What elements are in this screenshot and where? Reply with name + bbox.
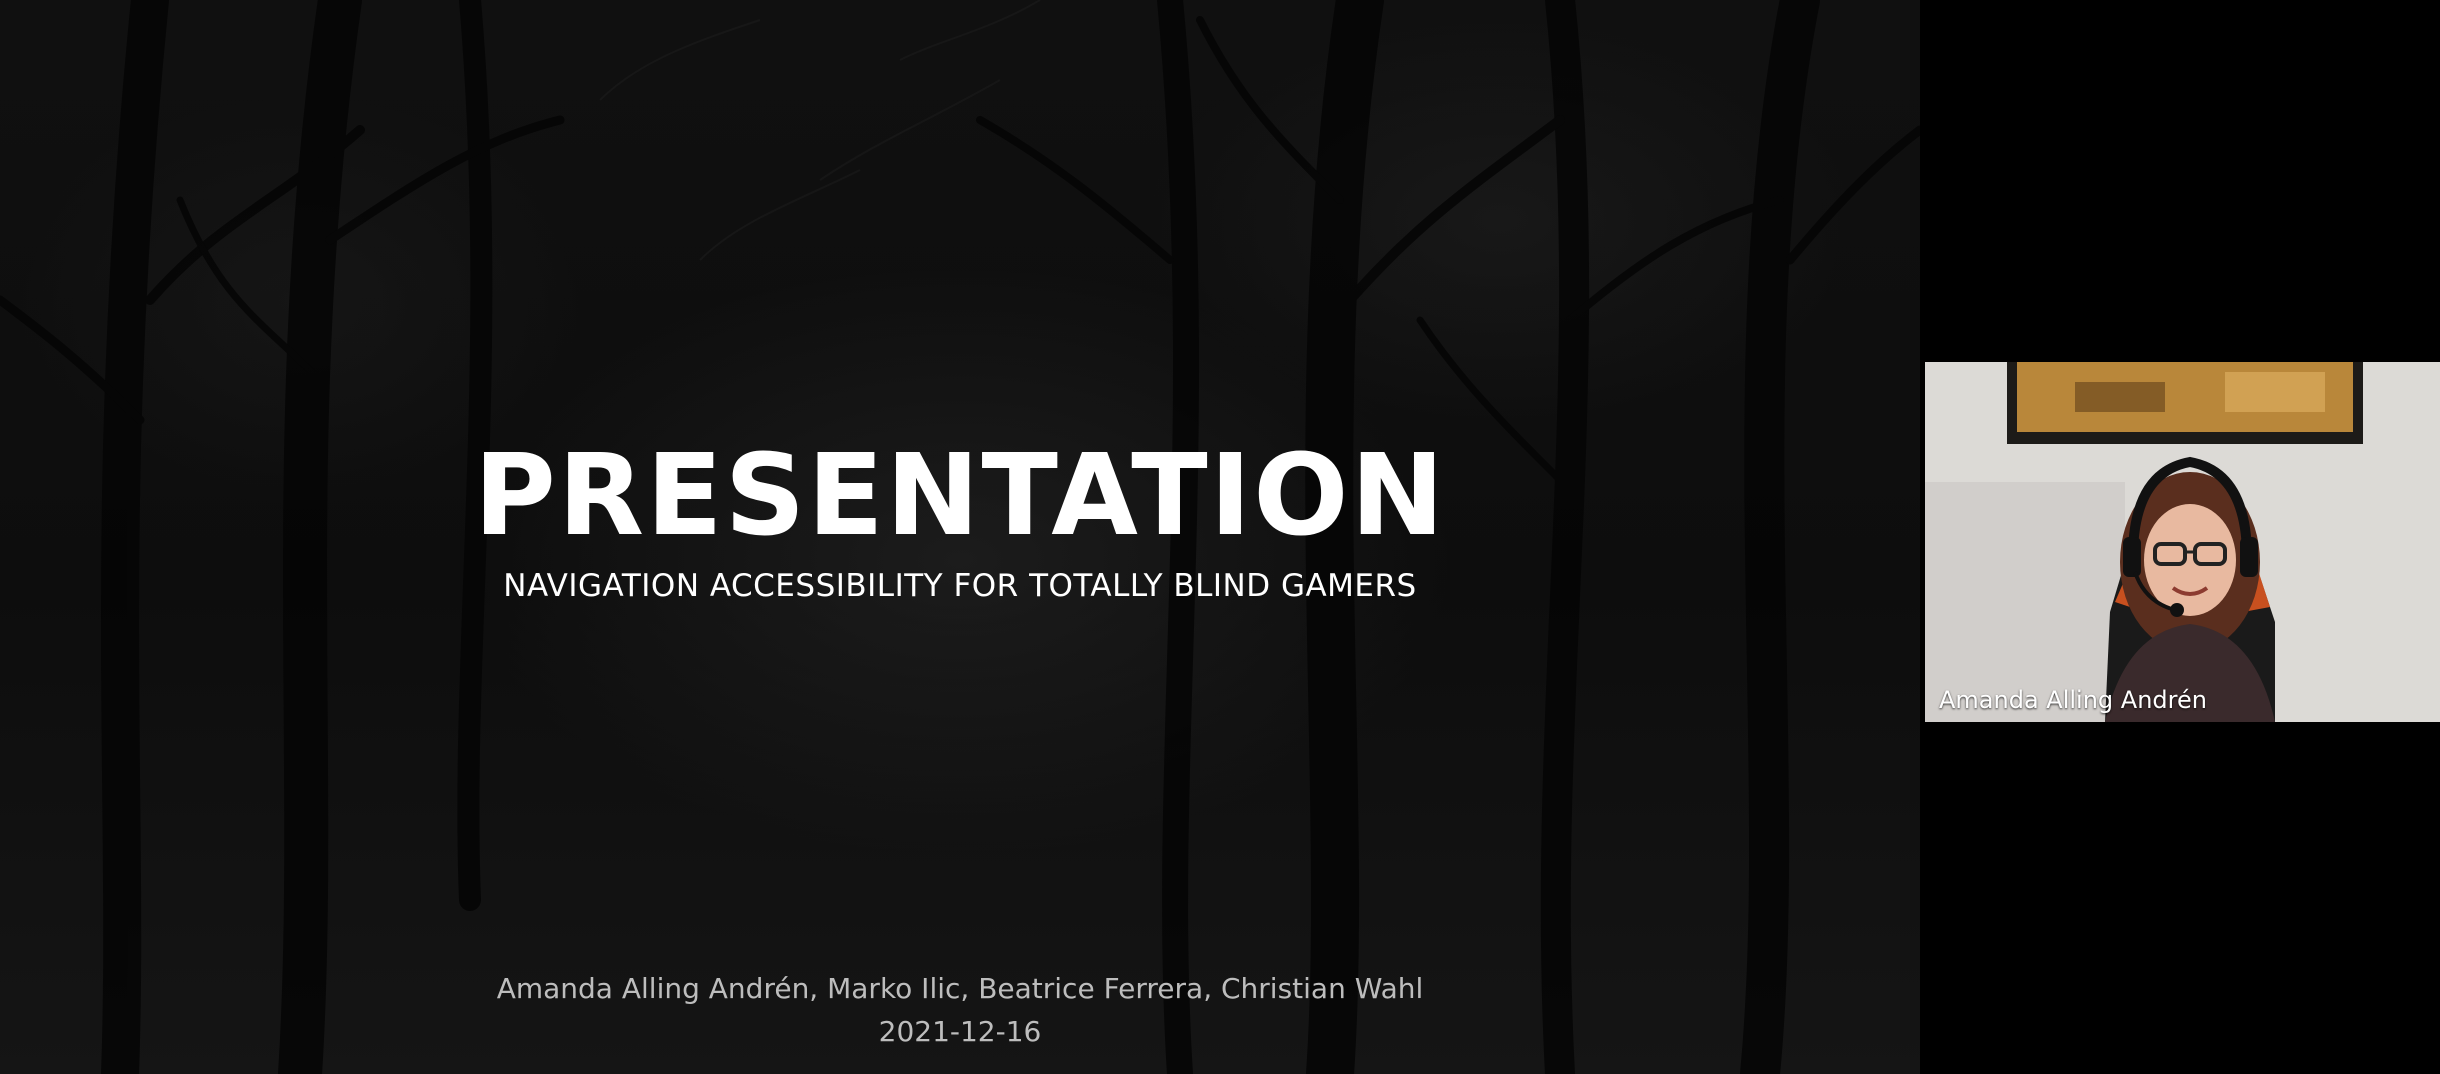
slide-title: PRESENTATION bbox=[473, 431, 1447, 561]
slide-date: 2021-12-16 bbox=[878, 1015, 1042, 1048]
participant-video-feed bbox=[1925, 362, 2440, 722]
slide-subtitle: NAVIGATION ACCESSIBILITY FOR TOTALLY BLI… bbox=[503, 568, 1417, 604]
shared-slide: PRESENTATION NAVIGATION ACCESSIBILITY FO… bbox=[0, 0, 1920, 1074]
participant-video-tile[interactable]: Amanda Alling Andrén bbox=[1925, 362, 2440, 722]
slide-authors: Amanda Alling Andrén, Marko Ilic, Beatri… bbox=[496, 972, 1424, 1005]
meeting-stage: PRESENTATION NAVIGATION ACCESSIBILITY FO… bbox=[0, 0, 2440, 1074]
participant-name-label: Amanda Alling Andrén bbox=[1939, 686, 2207, 714]
